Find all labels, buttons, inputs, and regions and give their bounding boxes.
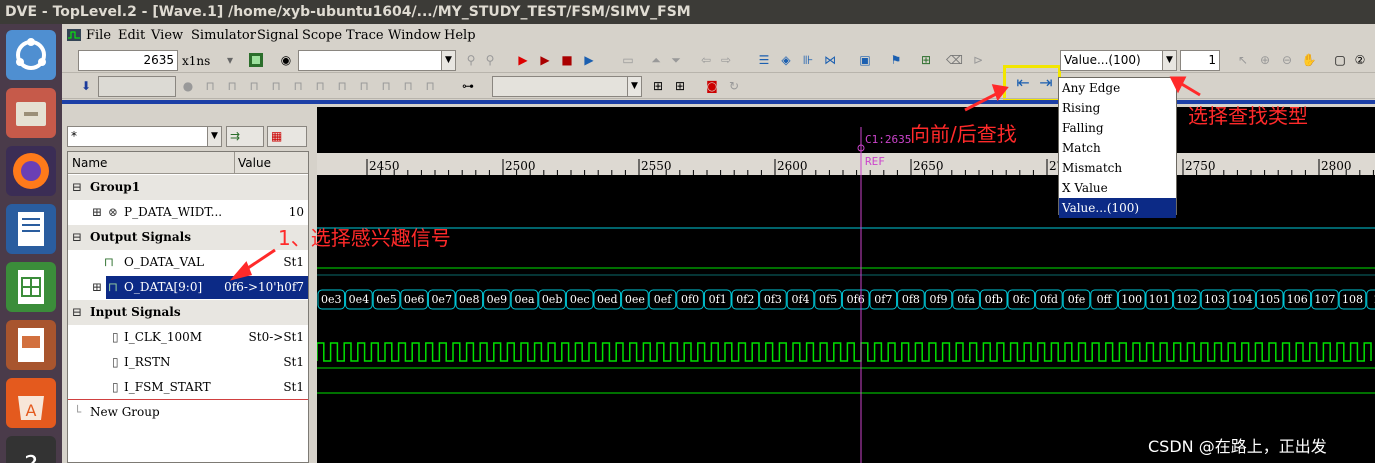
watermark: CSDN @在路上，正出发 [1148,437,1327,456]
annotation-arrows [229,76,1201,281]
